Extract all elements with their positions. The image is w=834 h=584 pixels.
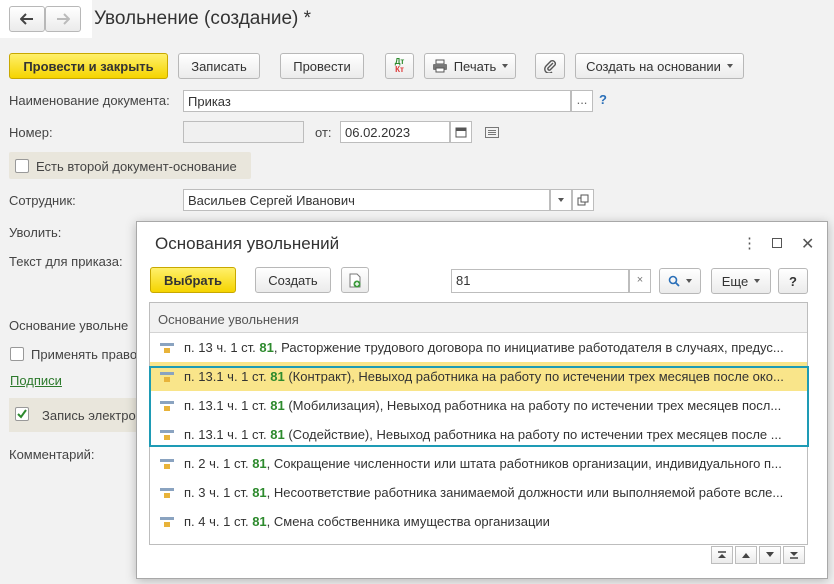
scroll-bottom-button[interactable] xyxy=(783,546,805,564)
second-doc-checkbox[interactable] xyxy=(15,159,29,173)
number-label: Номер: xyxy=(9,125,53,140)
date-from-label: от: xyxy=(315,125,332,140)
basis-label: Основание увольне xyxy=(9,318,129,333)
open-icon xyxy=(577,194,589,206)
number-field[interactable] xyxy=(183,121,304,143)
row-text: , Сокращение численности или штата работ… xyxy=(266,456,782,471)
row-article-number: 81 xyxy=(252,485,267,500)
row-article-number: 81 xyxy=(252,514,267,529)
create-based-on-label: Создать на основании xyxy=(586,58,721,74)
number-settings-icon[interactable] xyxy=(485,126,499,138)
row-prefix: п. 13 ч. 1 ст. xyxy=(184,340,260,355)
page-title: Увольнение (создание) * xyxy=(94,8,312,29)
arrow-top-icon xyxy=(718,551,726,558)
second-doc-label: Есть второй документ-основание xyxy=(36,159,237,174)
chevron-down-icon xyxy=(686,279,692,283)
print-label: Печать xyxy=(453,58,497,74)
maximize-icon[interactable] xyxy=(772,238,782,248)
attach-button[interactable] xyxy=(535,53,565,79)
scroll-up-button[interactable] xyxy=(735,546,757,564)
post-button[interactable]: Провести xyxy=(280,53,364,79)
table-row[interactable]: п. 2 ч. 1 ст. 81, Сокращение численности… xyxy=(150,449,807,478)
signatures-link[interactable]: Подписи xyxy=(10,373,62,388)
apply-checkbox[interactable] xyxy=(10,347,24,361)
doc-name-select-button[interactable]: ... xyxy=(571,90,593,112)
scroll-down-button[interactable] xyxy=(759,546,781,564)
help-icon[interactable]: ? xyxy=(599,92,607,107)
more-menu-icon[interactable]: ⋮ xyxy=(742,234,757,252)
table-row[interactable]: п. 4 ч. 1 ст. 81, Смена собственника иму… xyxy=(150,507,807,536)
employee-label: Сотрудник: xyxy=(9,193,76,208)
dtkt-icon-bottom: Кт xyxy=(395,65,404,74)
more-button[interactable]: Еще xyxy=(711,268,771,294)
create-button[interactable]: Создать xyxy=(255,267,331,293)
chevron-down-icon xyxy=(502,64,509,68)
scroll-top-button[interactable] xyxy=(711,546,733,564)
paperclip-icon xyxy=(544,60,556,73)
more-label: Еще xyxy=(721,273,749,289)
electronic-checkbox[interactable] xyxy=(15,407,29,421)
back-button[interactable] xyxy=(9,6,45,32)
arrow-down-icon xyxy=(766,552,774,557)
dialog-title: Основания увольнений xyxy=(155,234,340,253)
employee-open-button[interactable] xyxy=(572,189,594,211)
chevron-down-icon xyxy=(558,198,564,202)
dismissal-basis-dialog: Основания увольнений ⋮ ✕ Выбрать Создать… xyxy=(136,221,828,579)
list-item-icon xyxy=(160,343,174,353)
row-article-number: 81 xyxy=(259,340,274,355)
doc-name-field[interactable]: Приказ xyxy=(183,90,571,112)
arrow-bottom-icon xyxy=(790,552,798,559)
doc-name-label: Наименование документа: xyxy=(9,93,170,108)
calendar-icon xyxy=(455,127,467,138)
column-header: Основание увольнения xyxy=(150,303,807,333)
search-input[interactable]: 81 xyxy=(451,269,629,293)
close-icon[interactable]: ✕ xyxy=(801,234,814,254)
copy-add-button[interactable] xyxy=(341,267,369,293)
search-clear-button[interactable]: × xyxy=(629,269,651,293)
list-item-icon xyxy=(160,488,174,498)
create-based-on-button[interactable]: Создать на основании xyxy=(575,53,744,79)
select-button[interactable]: Выбрать xyxy=(150,267,236,293)
arrow-left-icon xyxy=(20,13,33,25)
list-item-icon xyxy=(160,517,174,527)
arrow-right-icon xyxy=(57,13,70,25)
row-text: , Несоответствие работника занимаемой до… xyxy=(266,485,784,500)
search-button[interactable] xyxy=(659,268,701,294)
save-button[interactable]: Записать xyxy=(178,53,260,79)
printer-icon xyxy=(432,59,447,73)
apply-label: Применять право xyxy=(31,347,138,362)
row-prefix: п. 2 ч. 1 ст. xyxy=(184,456,253,471)
employee-dropdown-button[interactable] xyxy=(550,189,572,211)
row-prefix: п. 4 ч. 1 ст. xyxy=(184,514,253,529)
help-button[interactable]: ? xyxy=(778,268,808,294)
highlight-frame xyxy=(149,366,809,447)
date-field[interactable]: 06.02.2023 xyxy=(340,121,450,143)
calendar-button[interactable] xyxy=(450,121,472,143)
chevron-down-icon xyxy=(726,64,733,68)
comment-label: Комментарий: xyxy=(9,447,95,462)
row-prefix: п. 3 ч. 1 ст. xyxy=(184,485,253,500)
row-text: , Расторжение трудового договора по иниц… xyxy=(273,340,784,355)
row-article-number: 81 xyxy=(252,456,267,471)
post-and-close-button[interactable]: Провести и закрыть xyxy=(9,53,168,79)
print-button[interactable]: Печать xyxy=(424,53,516,79)
search-icon xyxy=(668,275,680,287)
list-item-icon xyxy=(160,459,174,469)
dismiss-label: Уволить: xyxy=(9,225,62,240)
arrow-up-icon xyxy=(742,553,750,558)
forward-button[interactable] xyxy=(45,6,81,32)
chevron-down-icon xyxy=(754,279,761,283)
checkmark-icon xyxy=(17,409,27,419)
row-text: , Смена собственника имущества организац… xyxy=(266,514,550,529)
employee-field[interactable]: Васильев Сергей Иванович xyxy=(183,189,550,211)
dtkt-button[interactable]: Дт Кт xyxy=(385,53,414,79)
table-row[interactable]: п. 13 ч. 1 ст. 81, Расторжение трудового… xyxy=(150,333,807,362)
table-row[interactable]: п. 3 ч. 1 ст. 81, Несоответствие работни… xyxy=(150,478,807,507)
order-text-label: Текст для приказа: xyxy=(9,254,123,269)
add-copy-icon xyxy=(349,273,361,287)
electronic-label: Запись электро xyxy=(42,408,136,423)
